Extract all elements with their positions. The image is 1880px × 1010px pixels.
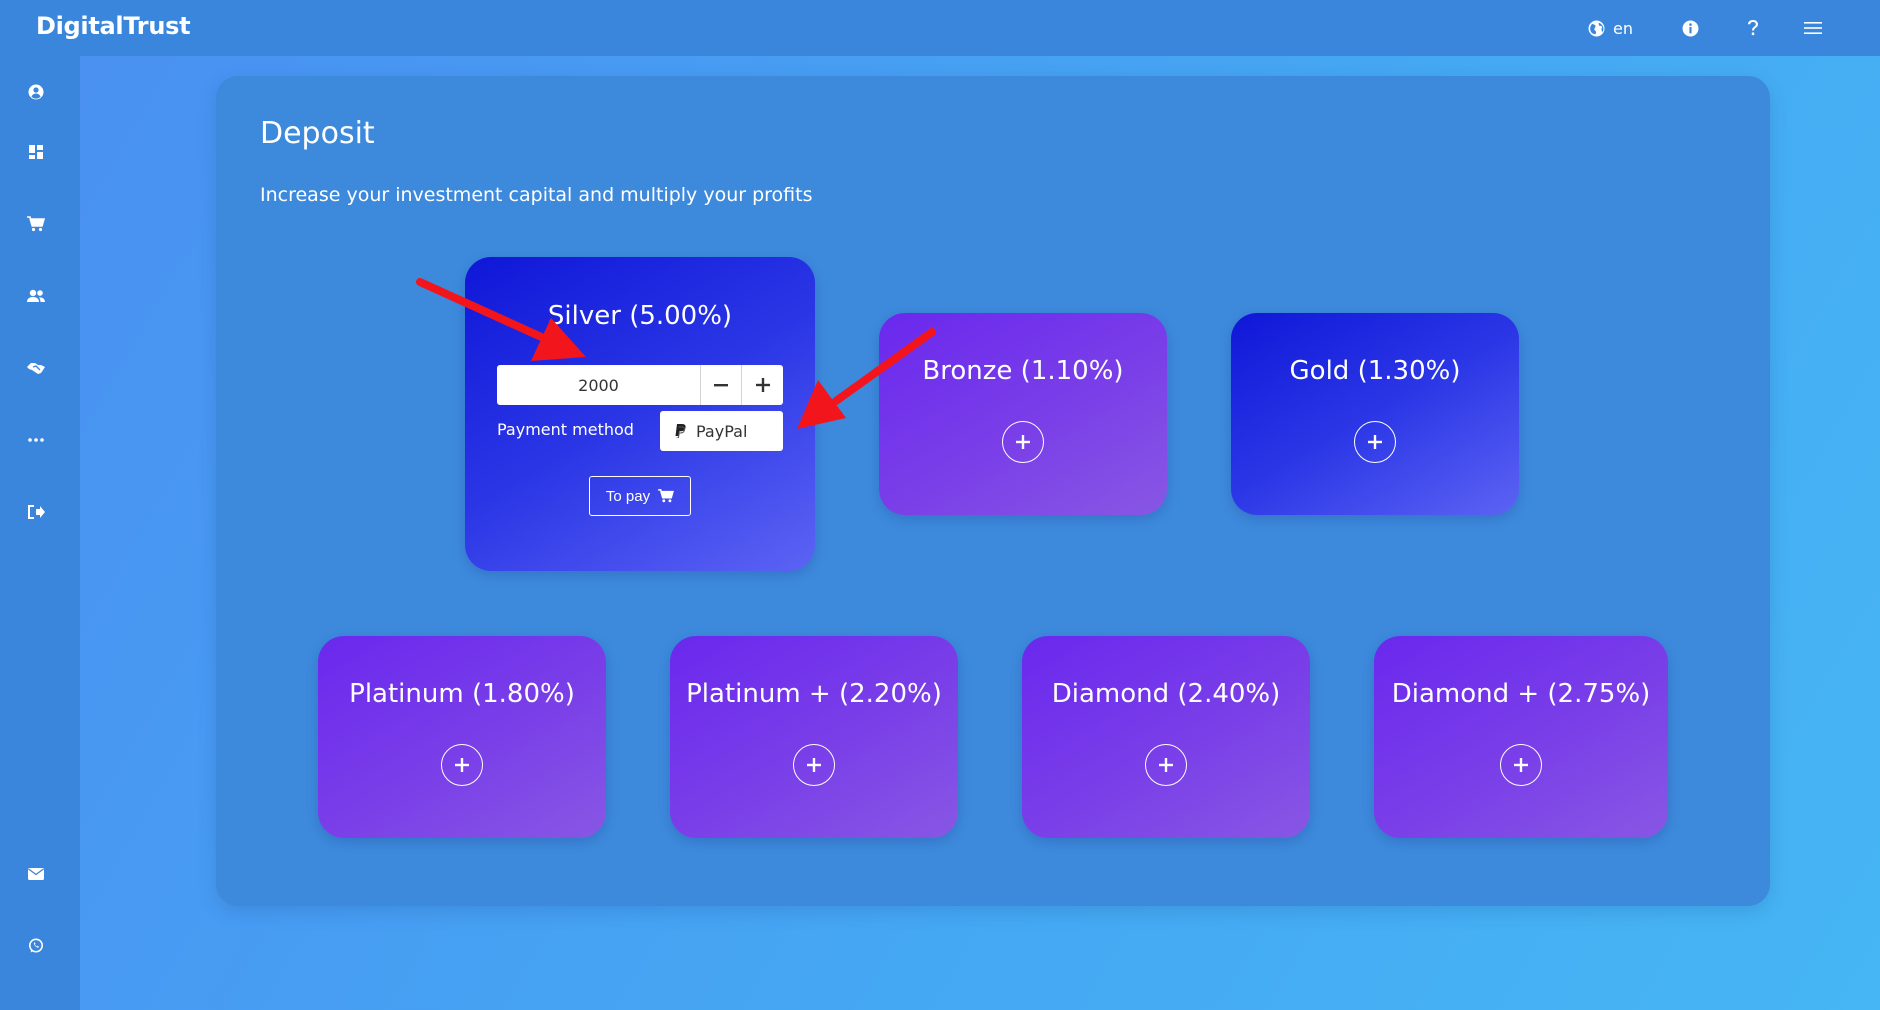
plan-title: Diamond + (2.75%) <box>1391 679 1651 709</box>
paypal-icon <box>675 424 686 438</box>
page-subtitle: Increase your investment capital and mul… <box>260 184 813 206</box>
users-icon <box>27 289 45 302</box>
handshake-icon <box>27 363 45 374</box>
minus-icon <box>714 384 728 387</box>
pay-button-label: To pay <box>605 487 651 505</box>
add-plan-button[interactable] <box>1354 421 1396 463</box>
language-selector[interactable]: en <box>1588 14 1633 42</box>
sidebar-item-referrals[interactable] <box>24 284 48 308</box>
sidebar <box>0 56 80 1010</box>
dashboard-icon <box>29 145 43 159</box>
whatsapp-icon <box>29 938 43 953</box>
payment-method-value: PayPal <box>696 421 748 441</box>
add-plan-button[interactable] <box>441 744 483 786</box>
plan-title: Platinum + (2.20%) <box>686 679 942 709</box>
sidebar-item-more[interactable] <box>24 428 48 452</box>
language-label: en <box>1613 18 1633 38</box>
plan-title: Bronze (1.10%) <box>922 356 1124 386</box>
sidebar-item-profile[interactable] <box>24 80 48 104</box>
plus-icon <box>1514 758 1528 772</box>
add-plan-button[interactable] <box>1002 421 1044 463</box>
logout-icon <box>28 505 45 519</box>
sidebar-item-dashboard[interactable] <box>24 140 48 164</box>
deposit-panel: Deposit Increase your investment capital… <box>216 76 1770 906</box>
top-bar: DigitalTrust en <box>0 0 1880 56</box>
info-button[interactable] <box>1682 14 1699 42</box>
sidebar-item-whatsapp[interactable] <box>24 934 48 958</box>
sidebar-item-mail[interactable] <box>24 862 48 886</box>
sidebar-item-logout[interactable] <box>24 500 48 524</box>
plus-icon <box>1368 435 1382 449</box>
cart-icon <box>27 216 45 232</box>
payment-method-select[interactable]: PayPal <box>660 411 783 451</box>
question-icon <box>1748 20 1758 36</box>
plus-icon <box>1159 758 1173 772</box>
info-icon <box>1682 20 1699 36</box>
mail-icon <box>28 868 44 880</box>
sidebar-item-shop[interactable] <box>24 212 48 236</box>
amount-stepper <box>497 365 783 405</box>
menu-button[interactable] <box>1804 14 1822 42</box>
plan-card-bronze[interactable]: Bronze (1.10%) <box>879 313 1167 515</box>
increase-button[interactable] <box>742 365 783 405</box>
cart-icon <box>658 489 675 503</box>
plan-card-platinum[interactable]: Platinum (1.80%) <box>318 636 606 838</box>
plus-icon <box>755 378 770 392</box>
globe-icon <box>1588 20 1605 36</box>
plus-icon <box>807 758 821 772</box>
payment-method-label: Payment method <box>497 420 634 439</box>
add-plan-button[interactable] <box>1145 744 1187 786</box>
plan-title: Platinum (1.80%) <box>349 679 575 709</box>
add-plan-button[interactable] <box>1500 744 1542 786</box>
more-icon <box>28 438 44 442</box>
plan-card-silver: Silver (5.00%) Payment method PayPal <box>465 257 815 571</box>
plan-title: Silver (5.00%) <box>547 301 733 331</box>
plan-title: Diamond (2.40%) <box>1051 679 1281 709</box>
plan-card-platinum-plus[interactable]: Platinum + (2.20%) <box>670 636 958 838</box>
plus-icon <box>1016 435 1030 449</box>
hamburger-icon <box>1804 22 1822 34</box>
user-icon <box>28 84 44 100</box>
page-title: Deposit <box>260 116 375 151</box>
pay-button[interactable]: To pay <box>589 476 691 516</box>
help-button[interactable] <box>1746 14 1760 42</box>
plan-title: Gold (1.30%) <box>1289 356 1461 386</box>
plan-card-gold[interactable]: Gold (1.30%) <box>1231 313 1519 515</box>
brand-logo[interactable]: DigitalTrust <box>36 12 191 40</box>
decrease-button[interactable] <box>701 365 742 405</box>
plan-card-diamond-plus[interactable]: Diamond + (2.75%) <box>1374 636 1668 838</box>
sidebar-item-partners[interactable] <box>24 356 48 380</box>
add-plan-button[interactable] <box>793 744 835 786</box>
amount-input[interactable] <box>497 365 701 405</box>
plan-card-diamond[interactable]: Diamond (2.40%) <box>1022 636 1310 838</box>
plus-icon <box>455 758 469 772</box>
